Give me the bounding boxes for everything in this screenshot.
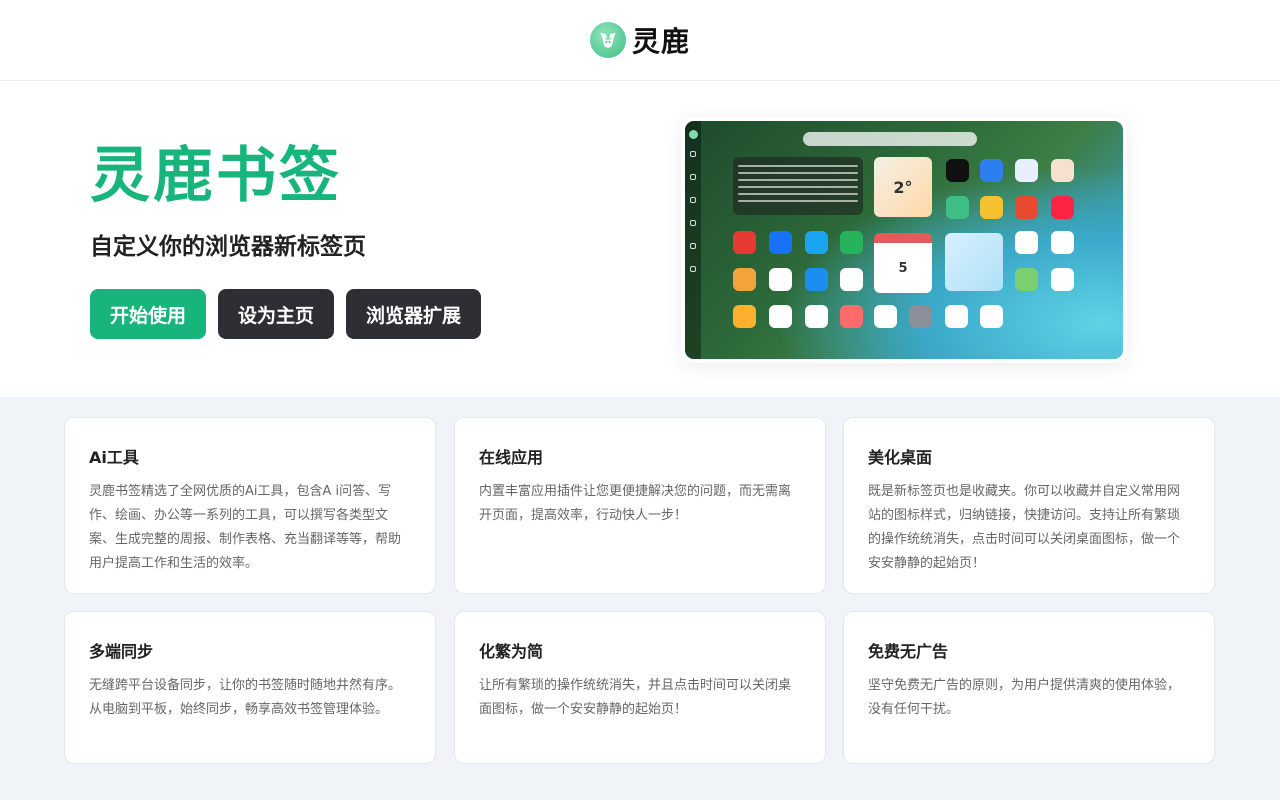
preview-ai-icon <box>690 174 696 180</box>
feature-desc: 既是新标签页也是收藏夹。你可以收藏并自定义常用网站的图标样式，归纳链接，快捷访问… <box>868 484 1181 571</box>
feature-desc: 无缝跨平台设备同步，让你的书签随时随地井然有序。从电脑到平板，始终同步，畅享高效… <box>89 678 402 717</box>
preview-app-icon <box>1051 268 1074 291</box>
preview-app-icon <box>1015 196 1038 219</box>
product-preview-screenshot: 2° 5 <box>681 117 1127 363</box>
hero-text: 灵鹿书签 自定义你的浏览器新标签页 开始使用 设为主页 浏览器扩展 <box>90 141 482 339</box>
preview-hot-list <box>733 157 863 215</box>
preview-app-icon <box>1051 196 1074 219</box>
preview-hot-line <box>738 186 858 188</box>
preview-avatar-icon <box>688 130 698 139</box>
preview-app-icon <box>733 305 756 328</box>
hero-section: 灵鹿书签 自定义你的浏览器新标签页 开始使用 设为主页 浏览器扩展 2° 5 <box>0 81 1280 397</box>
feature-card-ad-free: 免费无广告 坚守免费无广告的原则，为用户提供清爽的使用体验，没有任何干扰。 <box>843 611 1215 764</box>
feature-desc: 让所有繁琐的操作统统消失，并且点击时间可以关闭桌面图标，做一个安安静静的起始页！ <box>479 678 792 717</box>
features-section: Ai工具 灵鹿书签精选了全网优质的Ai工具，包含A i问答、写作、绘画、办公等一… <box>0 397 1280 800</box>
preview-app-icon <box>1015 268 1038 291</box>
feature-desc: 灵鹿书签精选了全网优质的Ai工具，包含A i问答、写作、绘画、办公等一系列的工具… <box>89 484 402 571</box>
preview-app-icon <box>945 305 968 328</box>
preview-app-icon <box>1051 159 1074 182</box>
preview-sidebar <box>685 121 701 359</box>
preview-calendar-widget: 5 <box>874 233 932 293</box>
preview-code-icon <box>690 220 696 226</box>
preview-app-icon <box>840 268 863 291</box>
hero-buttons: 开始使用 设为主页 浏览器扩展 <box>90 289 482 339</box>
preview-app-icon <box>733 268 756 291</box>
feature-title: 免费无广告 <box>868 642 949 661</box>
preview-app-icon <box>733 231 756 254</box>
feature-title: 美化桌面 <box>868 448 933 467</box>
site-header: 灵鹿 <box>0 0 1280 81</box>
preview-app-icon <box>805 231 828 254</box>
preview-apps-icon <box>690 197 696 203</box>
preview-app-icon <box>805 305 828 328</box>
preview-app-icon <box>909 305 932 328</box>
preview-app-icon <box>980 159 1003 182</box>
preview-hot-line <box>738 172 858 174</box>
preview-app-icon <box>1051 231 1074 254</box>
preview-app-icon <box>805 268 828 291</box>
preview-search-bar <box>803 132 977 146</box>
preview-app-icon <box>980 196 1003 219</box>
preview-add-icon <box>690 266 696 272</box>
deer-logo-icon[interactable] <box>589 22 626 58</box>
preview-app-icon <box>1015 159 1038 182</box>
preview-hot-line <box>738 193 858 195</box>
preview-app-icon <box>1015 231 1038 254</box>
preview-weather-widget: 2° <box>874 157 932 217</box>
preview-app-icon <box>946 196 969 219</box>
hero-subtitle: 自定义你的浏览器新标签页 <box>90 234 366 260</box>
feature-desc: 内置丰富应用插件让您更便捷解决您的问题，而无需离开页面，提高效率，行动快人一步！ <box>479 484 792 523</box>
preview-image-icon <box>690 243 696 249</box>
preview-app-icon <box>769 268 792 291</box>
preview-home-icon <box>690 151 696 157</box>
feature-title: 在线应用 <box>479 448 544 467</box>
start-using-button[interactable]: 开始使用 <box>90 289 207 339</box>
preview-app-icon <box>769 305 792 328</box>
preview-app-icon <box>946 159 969 182</box>
hero-title: 灵鹿书签 <box>90 141 342 211</box>
feature-title: 多端同步 <box>89 642 154 661</box>
feature-card-ai-tools: Ai工具 灵鹿书签精选了全网优质的Ai工具，包含A i问答、写作、绘画、办公等一… <box>64 417 436 594</box>
preview-app-icon <box>769 231 792 254</box>
feature-card-online-apps: 在线应用 内置丰富应用插件让您更便捷解决您的问题，而无需离开页面，提高效率，行动… <box>454 417 826 594</box>
preview-hot-line <box>738 179 858 181</box>
preview-hot-line <box>738 165 858 167</box>
set-homepage-button[interactable]: 设为主页 <box>218 289 335 339</box>
preview-hot-line <box>738 200 858 202</box>
feature-card-beautify-desktop: 美化桌面 既是新标签页也是收藏夹。你可以收藏并自定义常用网站的图标样式，归纳链接… <box>843 417 1215 594</box>
feature-card-simplify: 化繁为简 让所有繁琐的操作统统消失，并且点击时间可以关闭桌面图标，做一个安安静静… <box>454 611 826 764</box>
preview-app-icon <box>874 305 897 328</box>
preview-app-icon <box>840 305 863 328</box>
feature-card-multi-sync: 多端同步 无缝跨平台设备同步，让你的书签随时随地井然有序。从电脑到平板，始终同步… <box>64 611 436 764</box>
browser-extension-button[interactable]: 浏览器扩展 <box>346 289 482 339</box>
preview-app-icon <box>980 305 1003 328</box>
feature-title: Ai工具 <box>89 448 139 467</box>
preview-note-widget <box>945 233 1003 291</box>
preview-app-icon <box>840 231 863 254</box>
feature-title: 化繁为简 <box>479 642 544 661</box>
brand-name[interactable]: 灵鹿 <box>632 20 690 60</box>
feature-desc: 坚守免费无广告的原则，为用户提供清爽的使用体验，没有任何干扰。 <box>868 678 1181 717</box>
preview-desktop: 2° 5 <box>685 121 1123 359</box>
